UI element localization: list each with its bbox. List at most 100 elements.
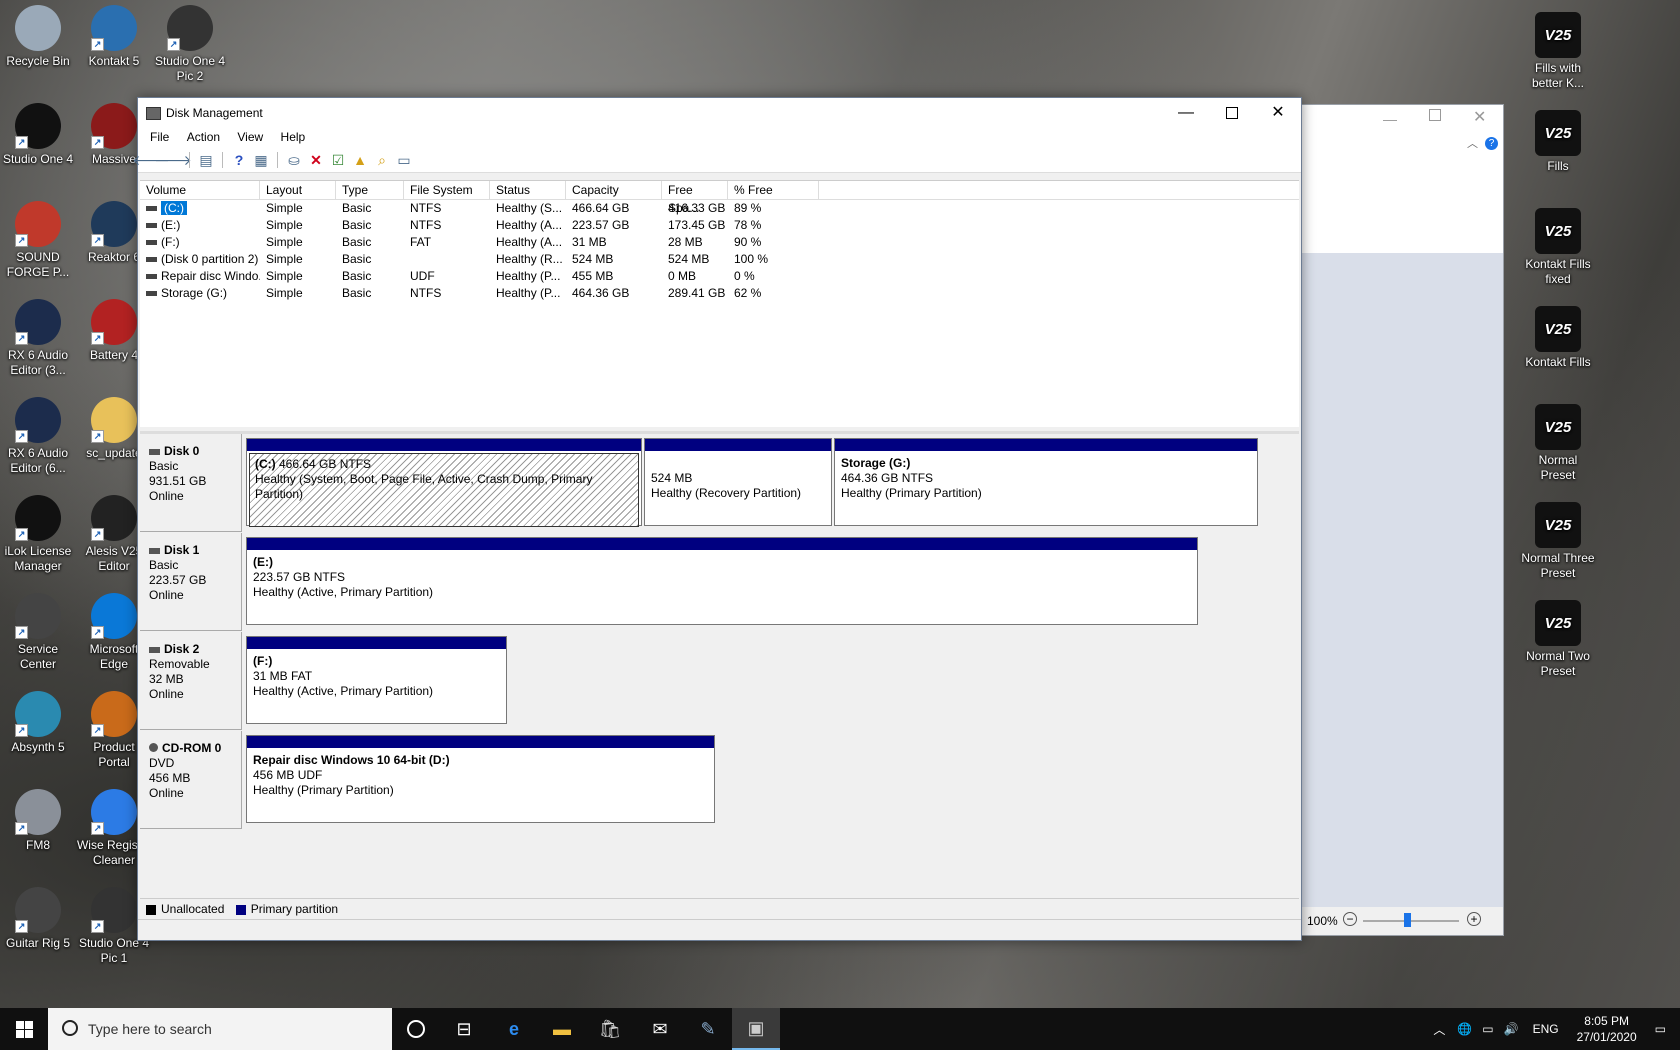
desktop-icon[interactable]: ↗ Service Center: [0, 593, 76, 672]
notifications-icon[interactable]: ▭: [1647, 1022, 1680, 1036]
help-icon[interactable]: ?: [230, 151, 248, 169]
desktop-icon-label: FM8: [26, 838, 50, 852]
taskbar-store[interactable]: 🛍: [586, 1008, 634, 1050]
windows-logo-icon: [15, 1020, 33, 1038]
task-view-button[interactable]: ⊟: [440, 1008, 488, 1050]
menu-file[interactable]: File: [144, 128, 177, 144]
properties-icon[interactable]: ▦: [252, 151, 270, 169]
chevron-up-icon[interactable]: ︿: [1427, 1021, 1451, 1038]
desktop-icon[interactable]: ↗ RX 6 Audio Editor (3...: [0, 299, 76, 378]
help-icon[interactable]: ?: [1485, 137, 1498, 150]
battery-icon[interactable]: ▭: [1478, 1022, 1497, 1036]
close-icon[interactable]: ✕: [1473, 107, 1486, 127]
disk-info[interactable]: CD-ROM 0 DVD 456 MB Online: [140, 731, 242, 829]
column-file-system[interactable]: File System: [404, 181, 490, 199]
cell-file-system: FAT: [404, 234, 490, 251]
close-button[interactable]: ✕: [1255, 98, 1301, 128]
network-icon[interactable]: 🌐: [1451, 1022, 1478, 1036]
desktop-icon[interactable]: ↗ Studio One 4 Pic 2: [152, 5, 228, 84]
partition-recovery[interactable]: 524 MB Healthy (Recovery Partition): [644, 438, 832, 526]
column-type[interactable]: Type: [336, 181, 404, 199]
connect-disk-icon[interactable]: ⛀: [285, 151, 303, 169]
cell-free-space-text: 173.45 GB: [668, 218, 726, 232]
column-percent-free[interactable]: % Free: [728, 181, 819, 199]
desktop-icon[interactable]: ↗ FM8: [0, 789, 76, 853]
desktop-icon[interactable]: Recycle Bin: [0, 5, 76, 69]
maximize-icon[interactable]: [1429, 109, 1441, 121]
zoom-in-button[interactable]: +: [1467, 912, 1481, 926]
column-status[interactable]: Status: [490, 181, 566, 199]
background-window[interactable]: — ✕ ︿ ? 100% − +: [1298, 104, 1504, 936]
zoom-out-button[interactable]: −: [1343, 912, 1357, 926]
partition-status: Healthy (Active, Primary Partition): [253, 585, 434, 599]
table-row[interactable]: Storage (G:) Simple Basic NTFS Healthy (P...…: [140, 285, 1299, 302]
minimize-button[interactable]: —: [1163, 98, 1209, 128]
menu-help[interactable]: Help: [275, 128, 314, 144]
show-hide-console-tree-icon[interactable]: ▤: [197, 151, 215, 169]
minimize-icon[interactable]: —: [1383, 111, 1397, 127]
partition-g[interactable]: Storage (G:) 464.36 GB NTFS Healthy (Pri…: [834, 438, 1258, 526]
partition-e[interactable]: (E:) 223.57 GB NTFS Healthy (Active, Pri…: [246, 537, 1198, 625]
disk-info[interactable]: Disk 1 Basic 223.57 GB Online: [140, 533, 242, 631]
desktop-icon[interactable]: ↗ Kontakt 5: [76, 5, 152, 69]
clock[interactable]: 8:05 PM 27/01/2020: [1567, 1013, 1647, 1045]
search-folder-icon[interactable]: ⌕: [373, 151, 391, 169]
zoom-slider-thumb[interactable]: [1404, 913, 1411, 927]
desktop-icon[interactable]: ↗ iLok License Manager: [0, 495, 76, 574]
cortana-button[interactable]: [392, 1008, 440, 1050]
table-row[interactable]: (Disk 0 partition 2) Simple Basic Healthy (…: [140, 251, 1299, 268]
table-row[interactable]: Repair disc Windo... Simple Basic UDF Health…: [140, 268, 1299, 285]
desktop-icon-label: Recycle Bin: [6, 54, 70, 68]
battery-icon: ↗: [91, 299, 137, 345]
column-capacity[interactable]: Capacity: [566, 181, 662, 199]
taskbar-paint[interactable]: ✎: [684, 1008, 732, 1050]
column-layout[interactable]: Layout: [260, 181, 336, 199]
taskbar-disk-management[interactable]: ▣: [732, 1008, 780, 1050]
table-row[interactable]: (F:) Simple Basic FAT Healthy (A... 31 MB 28 M…: [140, 234, 1299, 251]
delete-icon[interactable]: ✕: [307, 151, 325, 169]
desktop-icon[interactable]: V25 Normal Three Preset: [1520, 502, 1596, 581]
taskbar-edge[interactable]: e: [490, 1008, 538, 1050]
partition-f[interactable]: (F:) 31 MB FAT Healthy (Active, Primary …: [246, 636, 507, 724]
forward-arrow-icon[interactable]: 🡒: [154, 151, 192, 169]
desktop-icon[interactable]: V25 Kontakt Fills fixed: [1520, 208, 1596, 287]
taskbar-search-box[interactable]: Type here to search: [48, 1008, 392, 1050]
desktop-icon[interactable]: ↗ SOUND FORGE P...: [0, 201, 76, 280]
disk-management-window[interactable]: Disk Management — ✕ File Action View Hel…: [132, 97, 1302, 941]
table-row[interactable]: (E:) Simple Basic NTFS Healthy (A... 223.57 G…: [140, 217, 1299, 234]
menu-view[interactable]: View: [231, 128, 271, 144]
start-button[interactable]: [0, 1008, 48, 1050]
column-volume[interactable]: Volume: [140, 181, 260, 199]
cd-rom-icon: [149, 743, 158, 752]
column-free-space[interactable]: Free Spa...: [662, 181, 728, 215]
disk-info[interactable]: Disk 0 Basic 931.51 GB Online: [140, 434, 242, 532]
partition-c[interactable]: (C:) 466.64 GB NTFS Healthy (System, Boo…: [246, 438, 642, 527]
desktop-icon[interactable]: ↗ RX 6 Audio Editor (6...: [0, 397, 76, 476]
details-icon[interactable]: ▭: [395, 151, 413, 169]
disk-info[interactable]: Disk 2 Removable 32 MB Online: [140, 632, 242, 730]
desktop-icon[interactable]: V25 Normal Preset: [1520, 404, 1596, 483]
title-bar[interactable]: Disk Management — ✕: [138, 98, 1301, 128]
chevron-up-icon[interactable]: ︿: [1467, 135, 1478, 151]
desktop-icon[interactable]: ↗ Guitar Rig 5: [0, 887, 76, 951]
desktop-icon[interactable]: V25 Kontakt Fills: [1520, 306, 1596, 370]
desktop-icon[interactable]: V25 Fills: [1520, 110, 1596, 174]
check-icon[interactable]: ☑: [329, 151, 347, 169]
desktop-icon[interactable]: V25 Normal Two Preset: [1520, 600, 1596, 679]
taskbar-file-explorer[interactable]: ▬: [538, 1008, 586, 1050]
menu-action[interactable]: Action: [181, 128, 228, 144]
volume-icon[interactable]: 🔊: [1498, 1022, 1525, 1036]
language-indicator[interactable]: ENG: [1525, 1022, 1567, 1036]
table-row[interactable]: (C:) Simple Basic NTFS Healthy (S... 466.64 G…: [140, 200, 1299, 217]
zoom-slider[interactable]: [1363, 920, 1459, 922]
v25-file-icon: V25: [1535, 600, 1581, 646]
desktop-icon[interactable]: ↗ Studio One 4: [0, 103, 76, 167]
maximize-button[interactable]: [1209, 98, 1255, 128]
desktop-icon[interactable]: ↗ Absynth 5: [0, 691, 76, 755]
folder-up-icon[interactable]: ▲: [351, 151, 369, 169]
partition-d[interactable]: Repair disc Windows 10 64-bit (D:) 456 M…: [246, 735, 715, 823]
volume-list[interactable]: Volume Layout Type File System Status Ca…: [140, 180, 1299, 427]
desktop-icon[interactable]: V25 Fills with better K...: [1520, 12, 1596, 91]
taskbar-mail[interactable]: ✉: [636, 1008, 684, 1050]
menu-bar: File Action View Help: [138, 128, 1301, 148]
